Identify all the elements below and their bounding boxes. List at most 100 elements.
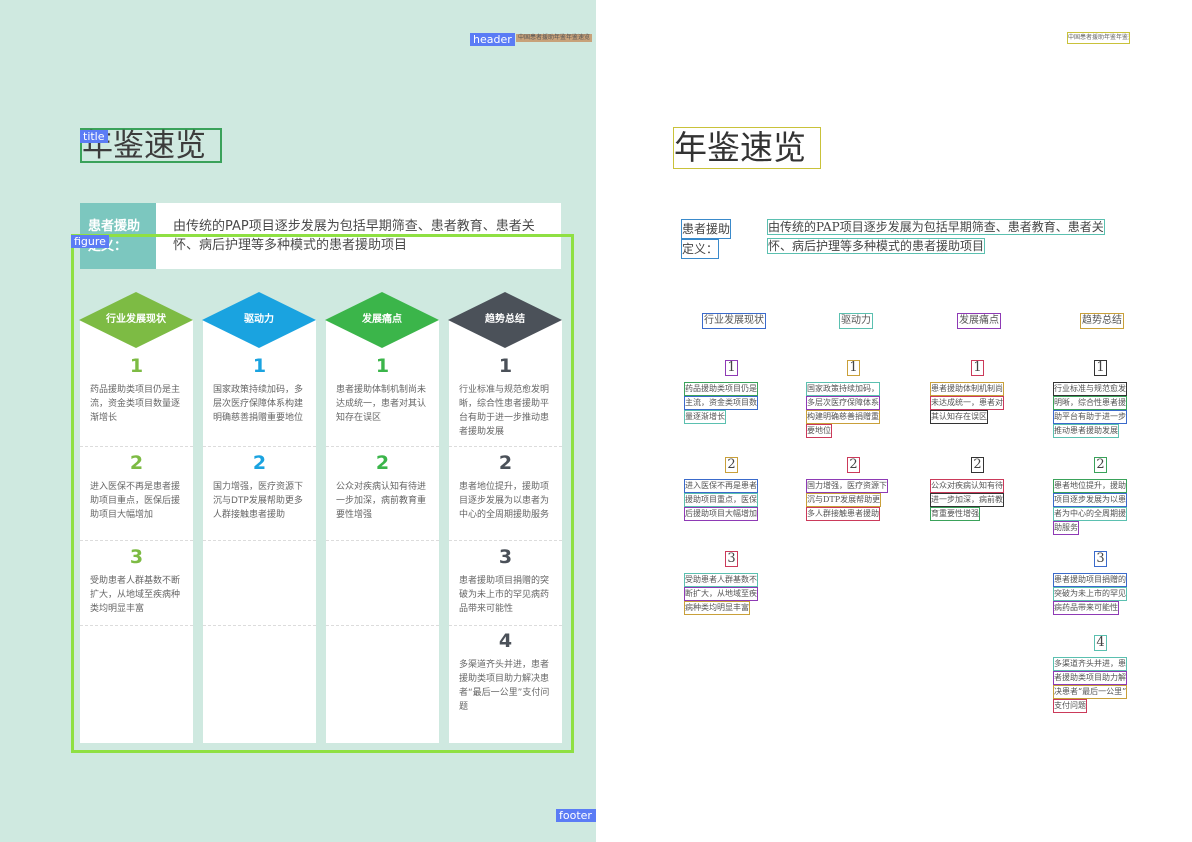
item-text-line: 其认知存在误区 — [930, 410, 988, 424]
item-number: 1 — [498, 355, 513, 377]
item-text-line: 构建明确慈善捐赠重 — [806, 410, 880, 424]
item-text-ocr: 患者援助体制机制尚 未达成统一，患者对 其认知存在误区 — [930, 382, 1022, 424]
item-number: 2 — [129, 452, 144, 474]
list-item: 4 多渠道齐头并进，患者援助类项目助力解决患者“最后一公里”支付问题 — [449, 630, 562, 714]
item-text-ocr: 国家政策持续加码， 多层次医疗保障体系 构建明确慈善捐赠重 要地位 — [806, 382, 898, 438]
item-number-ocr: 2 — [1094, 457, 1107, 473]
item-number-ocr: 2 — [971, 457, 984, 473]
item-number-ocr: 3 — [725, 551, 738, 567]
item-number-ocr: 4 — [1094, 635, 1107, 651]
list-item: 1 患者援助体制机制尚未达成统一，患者对其认知存在误区 — [326, 355, 439, 425]
definition-label-line: 定义： — [681, 239, 720, 259]
row-divider — [203, 625, 316, 626]
row-divider — [203, 540, 316, 541]
item-text-ocr: 患者援助项目捐赠的 突破为未上市的罕见 病药品带来可能性 — [1053, 573, 1145, 615]
row-divider — [326, 625, 439, 626]
item-text-line: 多层次医疗保障体系 — [806, 396, 880, 410]
item-number: 3 — [129, 546, 144, 568]
item-text-ocr: 多渠道齐头并进，患 者援助类项目助力解 决患者“最后一公里” 支付问题 — [1053, 657, 1145, 713]
row-divider — [326, 446, 439, 447]
item-number: 1 — [375, 355, 390, 377]
item-text: 国力增强，医疗资源下沉与DTP发展帮助更多人群接触患者援助 — [213, 482, 304, 520]
title-annotation-tag: title — [80, 130, 108, 143]
list-item: 3 受助患者人群基数不断扩大，从地域至疾病种类均明显丰富 — [80, 546, 193, 616]
item-text-line: 助服务 — [1053, 521, 1079, 535]
footer-annotation-tag: footer — [556, 809, 596, 822]
item-text-line: 进一步加深，病前教 — [930, 493, 1004, 507]
item-text-line: 者为中心的全周期援 — [1053, 507, 1127, 521]
item-text-line: 药品援助类项目仍是 — [684, 382, 758, 396]
page-title-ocr: 年鉴速览 — [673, 127, 821, 169]
item-text-line: 支付问题 — [1053, 699, 1087, 713]
item-text-line: 决患者“最后一公里” — [1053, 685, 1128, 699]
definition-text: 由传统的PAP项目逐步发展为包括早期筛查、患者教育、患者关怀、病后护理等多种模式… — [173, 219, 535, 253]
item-text-line: 国家政策持续加码， — [806, 382, 880, 396]
item-text-ocr: 患者地位提升，援助 项目逐步发展为以患 者为中心的全周期援 助服务 — [1053, 479, 1145, 535]
item-number-ocr: 3 — [1094, 551, 1107, 567]
item-text-line: 患者援助体制机制尚 — [930, 382, 1004, 396]
item-text-line: 要地位 — [806, 424, 832, 438]
column-heading-ocr: 行业发展现状 — [702, 313, 766, 329]
column-heading-ocr: 趋势总结 — [1080, 313, 1124, 329]
item-text: 多渠道齐头并进，患者援助类项目助力解决患者“最后一公里”支付问题 — [459, 660, 550, 712]
item-text: 患者援助项目捐赠的突破为未上市的罕见病药品带来可能性 — [459, 576, 550, 614]
item-text: 国家政策持续加码，多层次医疗保障体系构建明确慈善捐赠重要地位 — [213, 385, 304, 423]
item-number: 1 — [252, 355, 267, 377]
list-item: 2 国力增强，医疗资源下沉与DTP发展帮助更多人群接触患者援助 — [203, 452, 316, 522]
item-text-line: 国力增强，医疗资源下 — [806, 479, 888, 493]
row-divider — [80, 446, 193, 447]
list-item: 2 进入医保不再是患者援助项目重点，医保后援助项目大幅增加 — [80, 452, 193, 522]
column-heading-ocr: 驱动力 — [839, 313, 873, 329]
item-text-line: 行业标准与规范愈发 — [1053, 382, 1127, 396]
item-number-ocr: 1 — [1094, 360, 1107, 376]
item-number: 4 — [498, 630, 513, 652]
item-text: 公众对疾病认知有待进一步加深，病前教育重要性增强 — [336, 482, 427, 520]
item-text: 患者援助体制机制尚未达成统一，患者对其认知存在误区 — [336, 385, 427, 423]
row-divider — [80, 540, 193, 541]
row-divider — [80, 625, 193, 626]
item-number: 2 — [498, 452, 513, 474]
item-text-line: 公众对疾病认知有待 — [930, 479, 1004, 493]
figure-annotation-tag: figure — [71, 235, 109, 248]
item-text-line: 沉与DTP发展帮助更 — [806, 493, 882, 507]
item-text-line: 推动患者援助发展 — [1053, 424, 1119, 438]
row-divider — [449, 625, 562, 626]
item-text-line: 断扩大，从地域至疾 — [684, 587, 758, 601]
item-number-ocr: 1 — [725, 360, 738, 376]
item-number-ocr: 1 — [971, 360, 984, 376]
item-text-line: 突破为未上市的罕见 — [1053, 587, 1127, 601]
header-annotation-tag: header — [470, 33, 515, 46]
item-text-line: 进入医保不再是患者 — [684, 479, 758, 493]
item-text-ocr: 进入医保不再是患者 援助项目重点，医保 后援助项目大幅增加 — [684, 479, 776, 521]
item-number: 3 — [498, 546, 513, 568]
row-divider — [449, 446, 562, 447]
definition-box: 患者援助定义： 由传统的PAP项目逐步发展为包括早期筛查、患者教育、患者关怀、病… — [80, 203, 561, 269]
document-spread: header 中国患者援助年鉴年鉴速览 title 年鉴速览 患者援助定义： 由… — [0, 0, 1192, 842]
definition-text-line: 由传统的PAP项目逐步发展为包括早期筛查、患者教育、患者关 — [767, 219, 1105, 235]
item-text-line: 育重要性增强 — [930, 507, 980, 521]
row-divider — [449, 540, 562, 541]
item-text-line: 后援助项目大幅增加 — [684, 507, 758, 521]
item-text-line: 主流，资金类项目数 — [684, 396, 758, 410]
definition-label-ocr: 患者援助 定义： — [681, 219, 739, 259]
item-text-line: 项目逐步发展为以患 — [1053, 493, 1127, 507]
item-text-line: 助平台有助于进一步 — [1053, 410, 1127, 424]
item-text-line: 多渠道齐头并进，患 — [1053, 657, 1127, 671]
item-text-line: 多人群接触患者援助 — [806, 507, 880, 521]
definition-text-line: 怀、病后护理等多种模式的患者援助项目 — [767, 238, 986, 254]
item-text: 进入医保不再是患者援助项目重点，医保后援助项目大幅增加 — [90, 482, 181, 520]
running-header-ocr: 中国患者援助年鉴年鉴速览 — [1067, 32, 1130, 44]
definition-label-line: 患者援助 — [681, 219, 732, 239]
column-heading-ocr: 发展痛点 — [957, 313, 1001, 329]
right-page: 中国患者援助年鉴年鉴速览 年鉴速览 患者援助 定义： 由传统的PAP项目逐步发展… — [596, 0, 1192, 842]
item-number: 1 — [129, 355, 144, 377]
running-header: 中国患者援助年鉴年鉴速览 — [516, 34, 593, 42]
item-text-line: 明晰，综合性患者援 — [1053, 396, 1127, 410]
list-item: 3 患者援助项目捐赠的突破为未上市的罕见病药品带来可能性 — [449, 546, 562, 616]
item-text: 患者地位提升，援助项目逐步发展为以患者为中心的全周期援助服务 — [459, 482, 550, 520]
item-text-ocr: 国力增强，医疗资源下 沉与DTP发展帮助更 多人群接触患者援助 — [806, 479, 898, 521]
item-number: 2 — [375, 452, 390, 474]
item-text: 药品援助类项目仍是主流，资金类项目数量逐渐增长 — [90, 385, 181, 423]
item-text-line: 患者援助项目捐赠的 — [1053, 573, 1127, 587]
item-text-ocr: 行业标准与规范愈发 明晰，综合性患者援 助平台有助于进一步 推动患者援助发展 — [1053, 382, 1145, 438]
